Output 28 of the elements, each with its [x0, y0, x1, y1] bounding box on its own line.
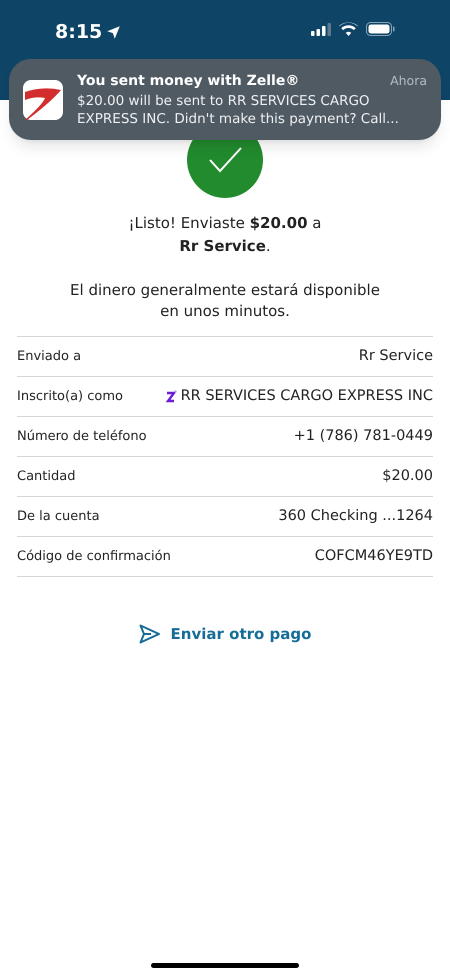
notification-time: Ahora	[390, 72, 427, 90]
detail-value: $20.00	[382, 466, 433, 486]
battery-icon	[366, 22, 395, 36]
home-indicator[interactable]	[151, 963, 299, 968]
detail-label: De la cuenta	[17, 508, 100, 526]
detail-label: Número de teléfono	[17, 428, 147, 446]
notification-title: You sent money with Zelle®	[77, 72, 300, 91]
send-another-payment-link[interactable]: Enviar otro pago	[138, 623, 312, 646]
zelle-icon	[164, 390, 177, 404]
wifi-icon	[339, 22, 358, 36]
send-icon	[138, 624, 161, 644]
detail-value: 360 Checking ...1264	[278, 506, 433, 526]
detail-value: +1 (786) 781-0449	[294, 426, 433, 446]
signal-icon	[311, 22, 331, 36]
detail-value: RR SERVICES CARGO EXPRESS INC	[180, 386, 433, 406]
detail-label: Código de confirmación	[17, 548, 171, 566]
success-message: ¡Listo! Enviaste $20.00 a Rr Service.	[128, 213, 322, 257]
status-time: 8:15	[55, 20, 102, 45]
notification-banner[interactable]: You sent money with Zelle® Ahora $20.00 will be sent to RR SERVICES CARGO EXPRESS INC. Didn't make this payment? Call...	[9, 59, 441, 140]
detail-value: Rr Service	[358, 346, 433, 366]
detail-label: Enviado a	[17, 348, 82, 366]
notification-body: $20.00 will be sent to RR SERVICES CARGO EXPRESS INC. Didn't make this payment? Call...	[77, 92, 400, 128]
location-arrow-icon	[106, 24, 122, 40]
app-logo-icon	[23, 80, 63, 120]
detail-label: Cantidad	[17, 468, 76, 486]
availability-note: El dinero generalmente estará disponible en unos minutos.	[69, 280, 381, 322]
detail-value: COFCM46YE9TD	[314, 546, 433, 566]
detail-label: Inscrito(a) como	[17, 388, 123, 406]
